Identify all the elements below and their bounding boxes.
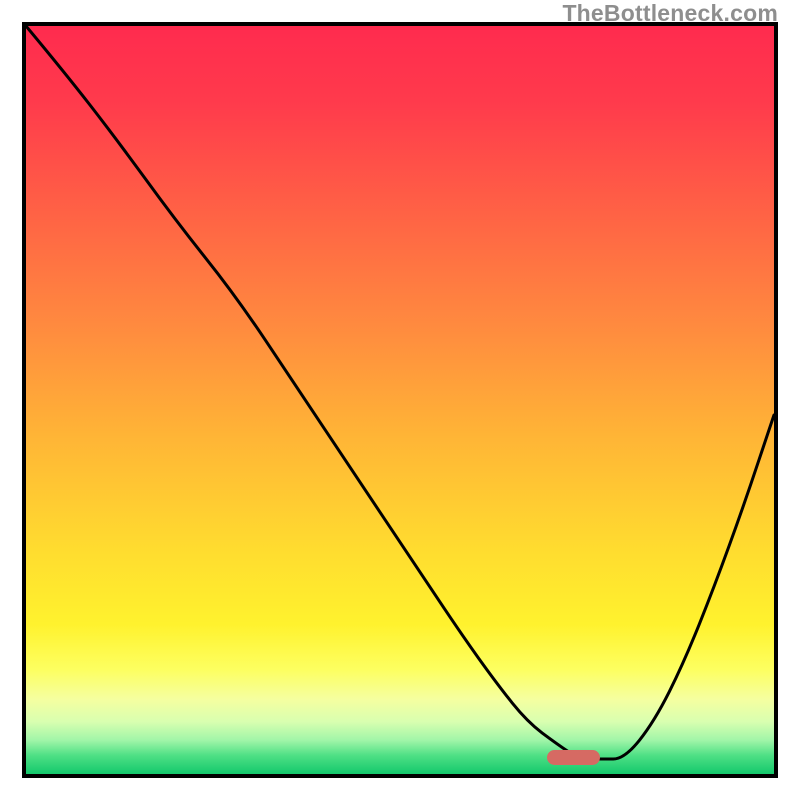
curve-path	[26, 26, 774, 759]
bottleneck-curve	[26, 26, 774, 774]
chart-frame	[22, 22, 778, 778]
optimal-marker	[547, 750, 599, 765]
